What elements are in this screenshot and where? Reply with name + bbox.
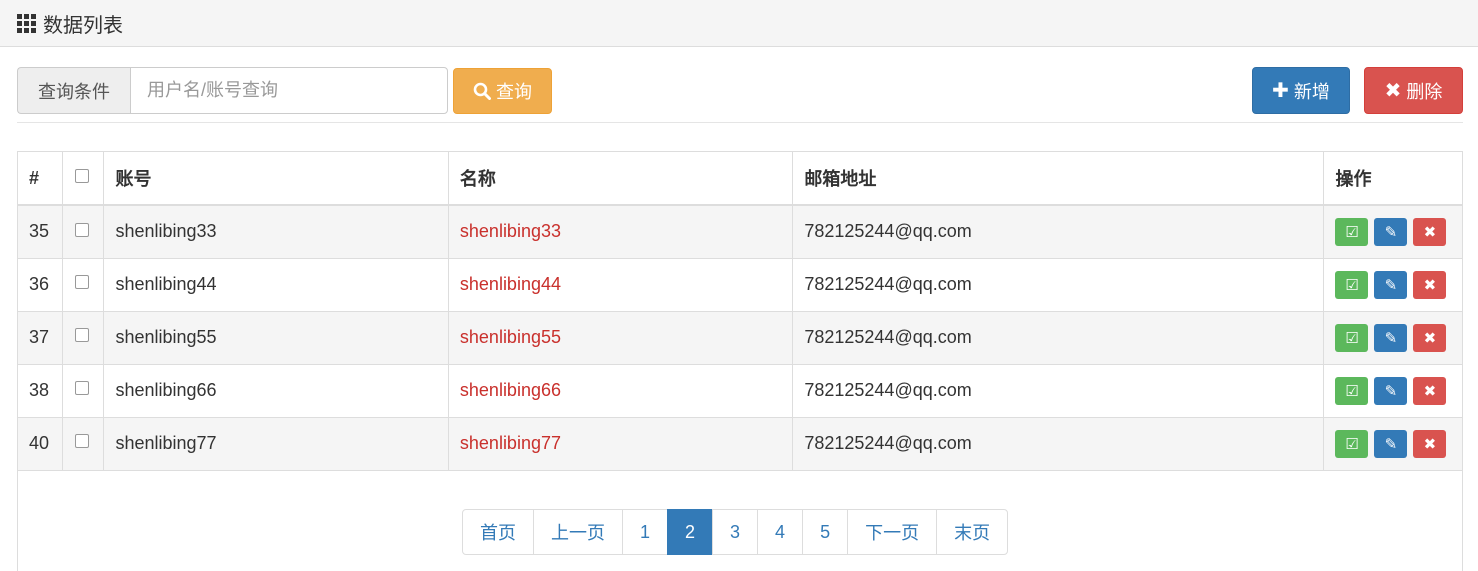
- row-name: shenlibing44: [448, 258, 794, 311]
- add-button[interactable]: ✚ 新增: [1252, 67, 1350, 114]
- page-5[interactable]: 5: [802, 509, 849, 555]
- data-table-wrap: # 账号 名称 邮箱地址 操作 35 shenlibing33 shenlibi…: [17, 151, 1463, 571]
- pencil-icon[interactable]: ✎: [1374, 429, 1408, 458]
- row-id: 37: [18, 311, 64, 364]
- plus-icon: ✚: [1272, 80, 1289, 102]
- delete-button[interactable]: ✖ 删除: [1364, 67, 1463, 114]
- pencil-icon[interactable]: ✎: [1374, 323, 1408, 352]
- close-icon[interactable]: ✖: [1413, 217, 1447, 246]
- header-email: 邮箱地址: [792, 152, 1325, 206]
- search-button[interactable]: 查询: [453, 68, 552, 114]
- delete-button-label: 删除: [1406, 81, 1443, 102]
- select-all-checkbox[interactable]: [75, 168, 90, 183]
- header-name: 名称: [448, 152, 794, 206]
- row-email: 782125244@qq.com: [792, 311, 1325, 364]
- page-4[interactable]: 4: [757, 509, 804, 555]
- row-name: shenlibing33: [448, 205, 794, 258]
- page-first[interactable]: 首页: [462, 509, 534, 555]
- row-checkbox[interactable]: [75, 434, 90, 449]
- row-email: 782125244@qq.com: [792, 364, 1325, 417]
- header-index: #: [18, 152, 64, 206]
- row-checkbox[interactable]: [75, 328, 90, 343]
- close-icon[interactable]: ✖: [1413, 429, 1447, 458]
- row-name: shenlibing55: [448, 311, 794, 364]
- page-next[interactable]: 下一页: [847, 509, 938, 555]
- check-icon[interactable]: ☑: [1335, 376, 1369, 405]
- row-email: 782125244@qq.com: [792, 258, 1325, 311]
- row-actions: ☑ ✎ ✖: [1324, 364, 1462, 417]
- header-actions: 操作: [1323, 152, 1462, 206]
- table-row: 40 shenlibing77 shenlibing77 782125244@q…: [18, 417, 1462, 470]
- row-select[interactable]: [62, 364, 105, 417]
- pagination: 首页 上一页 1 2 3 4 5 下一页 末页: [462, 509, 1009, 555]
- row-account: shenlibing55: [103, 311, 449, 364]
- row-account: shenlibing77: [103, 417, 449, 470]
- row-email: 782125244@qq.com: [792, 417, 1325, 470]
- row-name: shenlibing66: [448, 364, 794, 417]
- panel-heading: 数据列表: [0, 0, 1478, 47]
- row-actions: ☑ ✎ ✖: [1324, 417, 1462, 470]
- divider: [17, 122, 1463, 123]
- table-header-row: # 账号 名称 邮箱地址 操作: [18, 152, 1462, 206]
- page-title: 数据列表: [43, 14, 123, 37]
- data-table: # 账号 名称 邮箱地址 操作 35 shenlibing33 shenlibi…: [18, 152, 1462, 471]
- row-select[interactable]: [62, 205, 105, 258]
- close-icon[interactable]: ✖: [1413, 270, 1447, 299]
- page-1[interactable]: 1: [622, 509, 669, 555]
- row-account: shenlibing33: [103, 205, 449, 258]
- page-prev[interactable]: 上一页: [533, 509, 623, 555]
- row-checkbox[interactable]: [75, 381, 90, 396]
- check-icon[interactable]: ☑: [1335, 217, 1369, 246]
- check-icon[interactable]: ☑: [1335, 270, 1369, 299]
- add-button-label: 新增: [1293, 81, 1330, 102]
- search-icon: [473, 82, 491, 100]
- pencil-icon[interactable]: ✎: [1374, 376, 1408, 405]
- row-select[interactable]: [62, 258, 105, 311]
- row-name: shenlibing77: [448, 417, 794, 470]
- table-row: 37 shenlibing55 shenlibing55 782125244@q…: [18, 311, 1462, 364]
- table-row: 38 shenlibing66 shenlibing66 782125244@q…: [18, 364, 1462, 417]
- row-id: 35: [18, 205, 64, 258]
- table-row: 36 shenlibing44 shenlibing44 782125244@q…: [18, 258, 1462, 311]
- search-input[interactable]: [130, 67, 448, 114]
- search-group: 查询条件: [17, 67, 448, 114]
- row-id: 40: [18, 417, 64, 470]
- check-icon[interactable]: ☑: [1335, 429, 1369, 458]
- row-account: shenlibing66: [103, 364, 449, 417]
- header-account: 账号: [103, 152, 449, 206]
- close-icon[interactable]: ✖: [1413, 376, 1447, 405]
- grid-icon: [17, 13, 36, 33]
- row-actions: ☑ ✎ ✖: [1324, 258, 1462, 311]
- search-button-label: 查询: [496, 82, 532, 102]
- header-select-all[interactable]: [62, 152, 105, 206]
- row-actions: ☑ ✎ ✖: [1324, 205, 1462, 258]
- row-actions: ☑ ✎ ✖: [1324, 311, 1462, 364]
- row-select[interactable]: [62, 311, 105, 364]
- row-id: 38: [18, 364, 64, 417]
- row-checkbox[interactable]: [75, 275, 90, 290]
- toolbar: 查询条件 查询 ✚ 新增 ✖ 删除: [17, 67, 1463, 114]
- pencil-icon[interactable]: ✎: [1374, 270, 1408, 299]
- check-icon[interactable]: ☑: [1335, 323, 1369, 352]
- pencil-icon[interactable]: ✎: [1374, 217, 1408, 246]
- page-3[interactable]: 3: [712, 509, 759, 555]
- row-checkbox[interactable]: [75, 222, 90, 237]
- search-condition-label: 查询条件: [17, 67, 130, 114]
- table-row: 35 shenlibing33 shenlibing33 782125244@q…: [18, 205, 1462, 258]
- row-id: 36: [18, 258, 64, 311]
- close-icon[interactable]: ✖: [1413, 323, 1447, 352]
- row-select[interactable]: [62, 417, 105, 470]
- close-icon: ✖: [1384, 80, 1402, 102]
- row-email: 782125244@qq.com: [792, 205, 1325, 258]
- row-account: shenlibing44: [103, 258, 449, 311]
- page-last[interactable]: 末页: [936, 509, 1009, 555]
- page-2[interactable]: 2: [667, 509, 714, 555]
